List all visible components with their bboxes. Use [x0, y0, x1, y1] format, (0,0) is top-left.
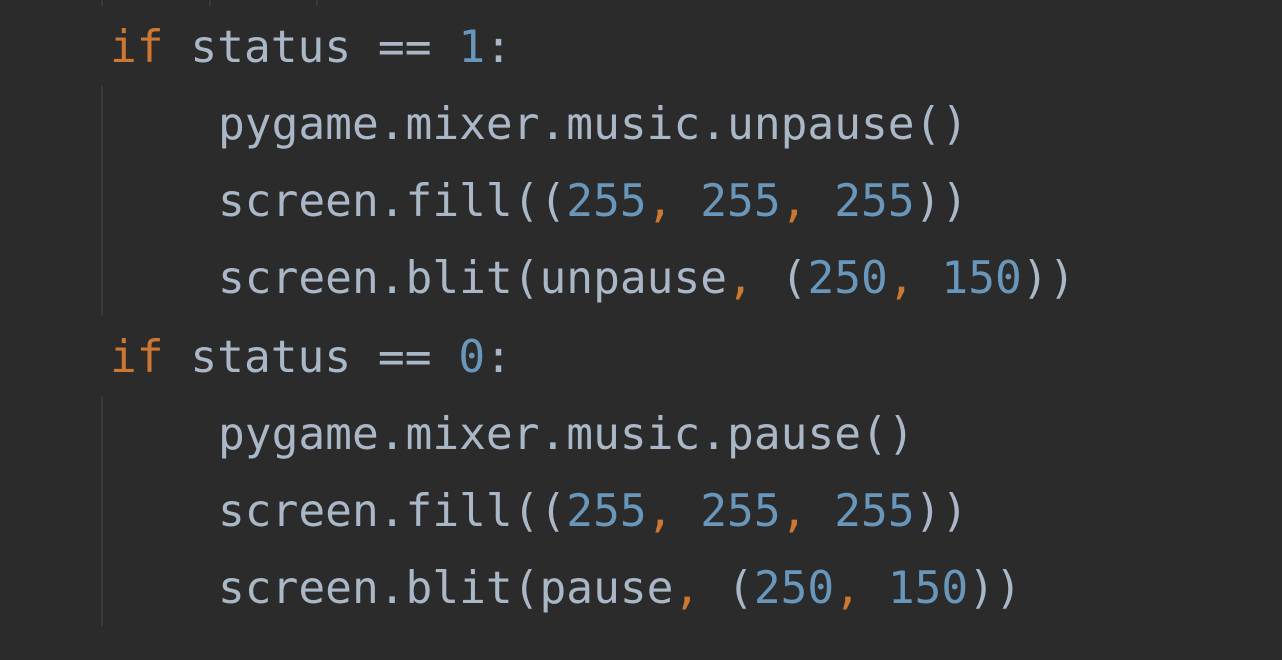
comma-token: , — [780, 486, 835, 537]
code-token: pygame.mixer.music.unpause() — [218, 99, 969, 150]
number-token: 1 — [458, 22, 486, 73]
indent-guide — [101, 86, 103, 316]
code-line-2[interactable]: pygame.mixer.music.unpause() — [218, 95, 968, 155]
code-token: screen.blit(unpause — [218, 253, 728, 304]
code-token: screen.blit(pause — [218, 563, 674, 614]
code-token: pygame.mixer.music.pause() — [218, 409, 915, 460]
comma-token: , — [727, 253, 781, 304]
keyword-token: if — [110, 332, 164, 383]
code-token: : — [485, 332, 512, 383]
number-token: 255 — [700, 176, 781, 227]
code-line-3[interactable]: screen.fill((255, 255, 255)) — [218, 172, 968, 232]
code-token: ( — [727, 563, 754, 614]
code-line-1[interactable]: if status == 1: — [110, 18, 512, 78]
number-token: 255 — [566, 176, 647, 227]
number-token: 0 — [458, 332, 486, 383]
code-token: : — [485, 22, 512, 73]
code-line-8[interactable]: screen.blit(pause, (250, 150)) — [218, 559, 1022, 619]
comma-token: , — [673, 563, 728, 614]
code-token: )) — [968, 563, 1022, 614]
code-line-5[interactable]: if status == 0: — [110, 328, 512, 388]
number-token: 255 — [834, 176, 915, 227]
code-token: )) — [914, 176, 969, 227]
number-token: 250 — [807, 253, 888, 304]
code-line-4[interactable]: screen.blit(unpause, (250, 150)) — [218, 249, 1075, 309]
comma-token: , — [780, 176, 835, 227]
number-token: 255 — [566, 486, 647, 537]
indent-guide — [209, 0, 211, 6]
indent-guide — [316, 0, 318, 6]
keyword-token: if — [110, 22, 164, 73]
code-token: status == — [163, 22, 459, 73]
code-token: screen.fill(( — [218, 486, 567, 537]
code-line-6[interactable]: pygame.mixer.music.pause() — [218, 405, 915, 465]
comma-token: , — [646, 176, 701, 227]
code-token: )) — [914, 486, 969, 537]
code-token: )) — [1021, 253, 1076, 304]
number-token: 250 — [753, 563, 835, 614]
code-token: screen.fill(( — [218, 176, 567, 227]
code-token: ( — [780, 253, 808, 304]
comma-token: , — [646, 486, 701, 537]
indent-guide — [101, 0, 103, 6]
comma-token: , — [834, 563, 888, 614]
code-editor[interactable]: if status == 1: pygame.mixer.music.unpau… — [0, 0, 1282, 660]
comma-token: , — [887, 253, 942, 304]
number-token: 150 — [941, 253, 1022, 304]
number-token: 150 — [887, 563, 969, 614]
number-token: 255 — [700, 486, 781, 537]
indent-guide — [101, 396, 103, 626]
code-token: status == — [163, 332, 459, 383]
code-line-7[interactable]: screen.fill((255, 255, 255)) — [218, 482, 968, 542]
number-token: 255 — [834, 486, 915, 537]
